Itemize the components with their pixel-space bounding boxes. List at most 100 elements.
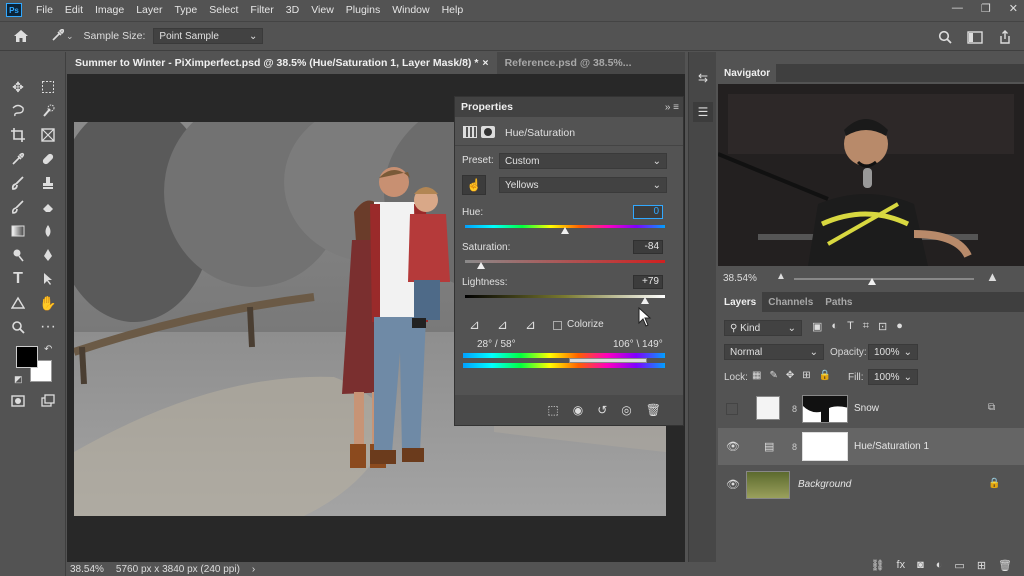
brush-tool-icon[interactable]: [7, 172, 29, 194]
layer-row-snow[interactable]: 8 Snow ⧉: [718, 390, 1024, 427]
eyedropper-tool-icon[interactable]: [46, 25, 68, 47]
lock-artboard-icon[interactable]: ⊞: [802, 370, 810, 381]
path-selection-icon[interactable]: [37, 268, 59, 290]
type-filter-icon[interactable]: T: [847, 320, 854, 333]
blend-mode-select[interactable]: Normal ⌄: [724, 344, 824, 360]
shape-tool-icon[interactable]: [7, 292, 29, 314]
history-brush-icon[interactable]: [7, 196, 29, 218]
reset-icon[interactable]: ↺: [597, 403, 607, 417]
menu-select[interactable]: Select: [203, 4, 244, 16]
visibility-toggle[interactable]: [726, 402, 738, 415]
opacity-input[interactable]: 100% ⌄: [868, 344, 918, 360]
targeted-adjustment-icon[interactable]: ☝: [462, 175, 486, 195]
menu-3d[interactable]: 3D: [280, 4, 305, 16]
lock-all-icon[interactable]: 🔒: [819, 370, 831, 381]
menu-view[interactable]: View: [305, 4, 340, 16]
layer-mask-icon[interactable]: [481, 126, 495, 138]
minimize-button[interactable]: —: [952, 2, 963, 15]
clip-to-layer-icon[interactable]: ⬚: [547, 403, 558, 417]
tab-channels[interactable]: Channels: [762, 292, 819, 312]
zoom-out-icon[interactable]: ▲: [776, 271, 786, 282]
menu-help[interactable]: Help: [436, 4, 470, 16]
tab-layers[interactable]: Layers: [718, 292, 763, 312]
panel-menu-icon[interactable]: » ≡: [665, 102, 679, 113]
eyedropper-icon[interactable]: ⊿: [469, 317, 480, 333]
new-adjustment-icon[interactable]: ◐: [936, 559, 943, 571]
pen-tool-icon[interactable]: [37, 244, 59, 266]
saturation-slider-thumb[interactable]: [477, 262, 485, 269]
hue-slider-thumb[interactable]: [561, 227, 569, 234]
zoom-in-icon[interactable]: ▲: [986, 269, 999, 284]
shape-filter-icon[interactable]: ⌗: [863, 320, 869, 333]
eyedropper-icon[interactable]: [7, 148, 29, 170]
layer-row-hue-saturation[interactable]: 👁 ▤ 8 Hue/Saturation 1: [718, 428, 1024, 465]
dodge-tool-icon[interactable]: [7, 244, 29, 266]
blur-tool-icon[interactable]: [37, 220, 59, 242]
lasso-tool-icon[interactable]: [7, 100, 29, 122]
menu-window[interactable]: Window: [386, 4, 435, 16]
crop-tool-icon[interactable]: [7, 124, 29, 146]
lightness-slider-track[interactable]: [465, 295, 665, 298]
hue-input[interactable]: 0: [633, 205, 663, 219]
menu-type[interactable]: Type: [168, 4, 203, 16]
navigator-zoom-slider[interactable]: [794, 278, 974, 280]
new-group-icon[interactable]: ▭: [954, 559, 964, 572]
eyedropper-add-icon[interactable]: ⊿: [497, 317, 508, 333]
close-button[interactable]: ✕: [1009, 2, 1018, 15]
layer-style-icon[interactable]: fx: [897, 559, 906, 571]
view-previous-icon[interactable]: ◉: [573, 403, 583, 417]
preset-select[interactable]: Custom ⌄: [499, 153, 667, 169]
home-icon[interactable]: [10, 25, 32, 47]
pixel-filter-icon[interactable]: ▣: [812, 320, 822, 333]
saturation-input[interactable]: -84: [633, 240, 663, 254]
eye-icon[interactable]: 👁: [726, 478, 740, 492]
colorize-checkbox[interactable]: [553, 321, 562, 330]
menu-plugins[interactable]: Plugins: [340, 4, 386, 16]
tab-reference[interactable]: Reference.psd @ 38.5%...: [497, 52, 640, 74]
lock-transparency-icon[interactable]: ▦: [752, 370, 761, 381]
quick-selection-tool-icon[interactable]: [37, 100, 59, 122]
restore-button[interactable]: ❐: [981, 2, 991, 15]
eyedropper-subtract-icon[interactable]: ⊿: [525, 317, 536, 333]
more-tools-icon[interactable]: ···: [37, 316, 59, 338]
new-layer-icon[interactable]: ⊞: [977, 559, 986, 572]
visibility-icon[interactable]: ◎: [621, 403, 631, 417]
gradient-tool-icon[interactable]: [7, 220, 29, 242]
hand-tool-icon[interactable]: ✋: [37, 292, 59, 314]
adjustment-filter-icon[interactable]: ◐: [831, 320, 838, 333]
lightness-slider-thumb[interactable]: [641, 297, 649, 304]
hue-saturation-mask-thumbnail[interactable]: [802, 432, 848, 461]
navigator-preview[interactable]: [718, 84, 1024, 266]
menu-edit[interactable]: Edit: [59, 4, 89, 16]
navigator-zoom-thumb[interactable]: [868, 278, 876, 285]
quick-mask-icon[interactable]: [7, 390, 29, 412]
add-mask-icon[interactable]: ◙: [917, 559, 924, 571]
lightness-input[interactable]: +79: [633, 275, 663, 289]
menu-file[interactable]: File: [30, 4, 59, 16]
sample-size-select[interactable]: Point Sample ⌄: [153, 28, 264, 44]
smart-object-filter-icon[interactable]: ⊡: [878, 320, 887, 333]
link-layers-icon[interactable]: ⛓: [871, 559, 885, 572]
layer-row-background[interactable]: 👁 Background 🔒: [718, 466, 1024, 503]
zoom-level[interactable]: 38.54%: [70, 564, 104, 575]
saturation-slider-track[interactable]: [465, 260, 665, 263]
tool-preset-chevron-icon[interactable]: ⌄: [66, 31, 74, 42]
workspace-icon[interactable]: [964, 26, 986, 48]
menu-layer[interactable]: Layer: [130, 4, 168, 16]
tab-summer-to-winter[interactable]: Summer to Winter - PiXimperfect.psd @ 38…: [67, 52, 497, 74]
type-tool-icon[interactable]: T: [7, 268, 29, 290]
properties-panel-icon[interactable]: ☰: [693, 102, 713, 122]
navigator-zoom[interactable]: 38.54%: [723, 273, 757, 284]
eye-icon[interactable]: 👁: [726, 440, 740, 454]
share-icon[interactable]: [994, 26, 1016, 48]
tab-paths[interactable]: Paths: [819, 292, 858, 312]
snow-mask-thumbnail[interactable]: [802, 395, 848, 423]
history-panel-icon[interactable]: ⇆: [693, 68, 713, 88]
menu-image[interactable]: Image: [89, 4, 130, 16]
status-arrow-icon[interactable]: ›: [252, 564, 255, 575]
lock-pixels-icon[interactable]: ✎: [769, 370, 777, 381]
foreground-color-swatch[interactable]: [16, 346, 38, 368]
delete-layer-icon[interactable]: 🗑: [998, 559, 1012, 572]
screen-mode-icon[interactable]: [37, 390, 59, 412]
fill-input[interactable]: 100% ⌄: [868, 369, 918, 385]
